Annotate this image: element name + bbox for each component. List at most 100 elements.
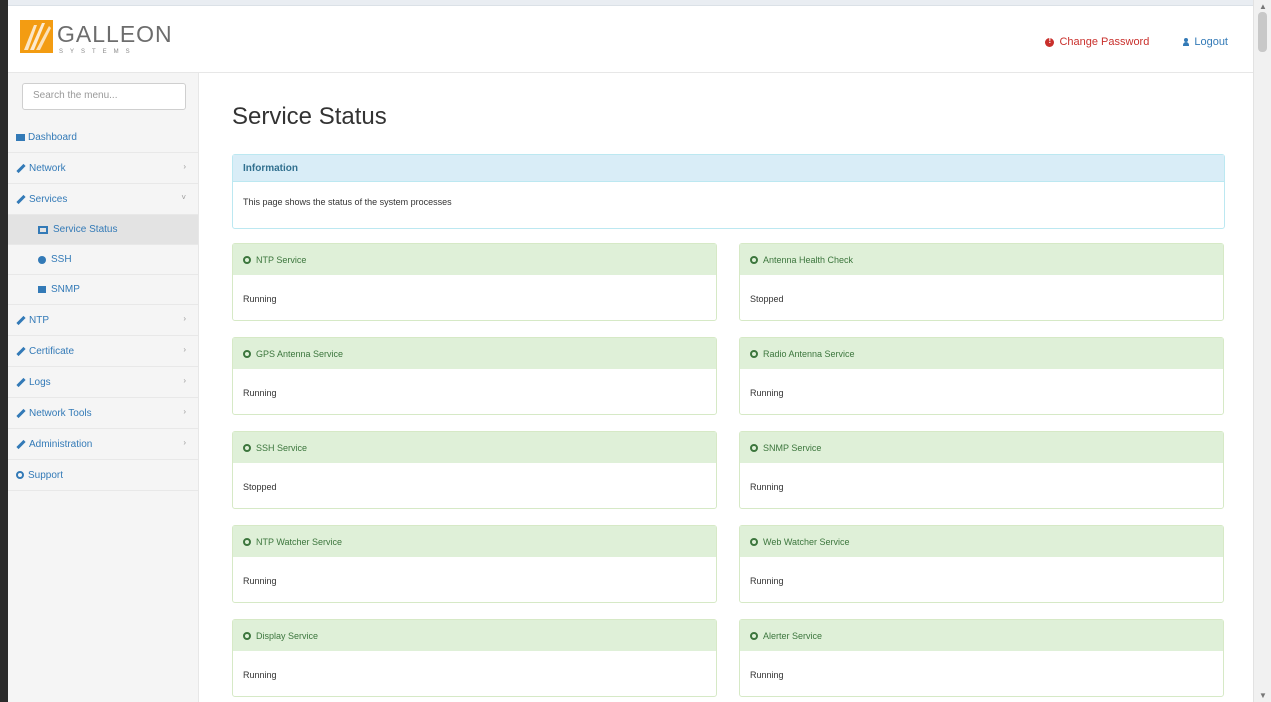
service-status-icon xyxy=(750,443,758,452)
service-panel-gps-antenna: GPS Antenna Service Running xyxy=(232,337,717,415)
service-status-icon xyxy=(243,255,251,264)
service-name: SSH Service xyxy=(256,442,308,453)
sidebar-item-ssh[interactable]: SSH xyxy=(8,245,198,275)
service-status: Stopped xyxy=(243,482,277,492)
service-heading: Display Service xyxy=(233,620,716,651)
sidebar-item-network[interactable]: Network › xyxy=(8,153,198,184)
page-title: Service Status xyxy=(232,103,387,130)
sidebar-item-label: Network Tools xyxy=(29,407,92,419)
service-name: Display Service xyxy=(256,630,319,641)
wrench-icon xyxy=(16,439,26,449)
scroll-up-icon[interactable]: ▲ xyxy=(1259,2,1267,11)
sidebar-item-label: SSH xyxy=(51,254,72,265)
service-status-icon xyxy=(243,349,251,358)
chevron-right-icon: › xyxy=(183,314,186,323)
service-panel-ntp: NTP Service Running xyxy=(232,243,717,321)
service-status-icon xyxy=(750,349,758,358)
service-name: Web Watcher Service xyxy=(763,536,850,547)
wrench-icon xyxy=(16,408,26,418)
sidebar-item-certificate[interactable]: Certificate › xyxy=(8,336,198,367)
information-heading: Information xyxy=(233,155,1224,182)
sidebar-item-label: Dashboard xyxy=(28,131,77,143)
service-panel-ssh: SSH Service Stopped xyxy=(232,431,717,509)
sidebar-item-label: Services xyxy=(29,193,68,205)
sidebar-item-label: Certificate xyxy=(29,345,75,357)
support-circle-icon xyxy=(16,471,24,479)
chevron-down-icon: ˅ xyxy=(181,193,186,202)
chevron-right-icon: › xyxy=(183,162,186,171)
service-panel-web-watcher: Web Watcher Service Running xyxy=(739,525,1224,603)
service-status: Running xyxy=(750,482,784,492)
sidebar-item-snmp[interactable]: SNMP xyxy=(8,275,198,305)
service-panel-radio-antenna: Radio Antenna Service Running xyxy=(739,337,1224,415)
service-name: Radio Antenna Service xyxy=(763,348,855,359)
scroll-down-icon[interactable]: ▼ xyxy=(1259,691,1267,700)
service-status: Running xyxy=(750,576,784,586)
service-status: Running xyxy=(243,388,277,398)
service-name: SNMP Service xyxy=(763,442,822,453)
sidebar-item-label: Logs xyxy=(29,376,51,388)
service-status: Running xyxy=(243,294,277,304)
chevron-right-icon: › xyxy=(183,345,186,354)
chevron-right-icon: › xyxy=(183,376,186,385)
application-window: ▲ ▼ GALLEON SYSTEMS Change Password xyxy=(0,0,1271,702)
service-name: NTP Service xyxy=(256,254,307,265)
sidebar-item-dashboard[interactable]: Dashboard xyxy=(8,122,198,153)
logout-link[interactable]: Logout xyxy=(1183,36,1228,48)
service-status: Running xyxy=(750,388,784,398)
sidebar-item-logs[interactable]: Logs › xyxy=(8,367,198,398)
change-password-link[interactable]: Change Password xyxy=(1045,36,1149,48)
alert-icon xyxy=(1045,36,1055,47)
service-status-icon xyxy=(243,631,251,640)
sidebar-item-support[interactable]: Support xyxy=(8,460,198,491)
sidebar-menu: Dashboard Network › Services ˅ Service S… xyxy=(8,122,198,491)
wrench-icon xyxy=(16,315,26,325)
wrench-icon xyxy=(16,377,26,387)
galleon-logo[interactable]: GALLEON SYSTEMS xyxy=(20,18,187,62)
service-status: Running xyxy=(750,670,784,680)
chevron-right-icon: › xyxy=(183,407,186,416)
logo-subtext: SYSTEMS xyxy=(59,49,137,55)
sidebar-item-label: Network xyxy=(29,162,66,174)
service-heading: SSH Service xyxy=(233,432,716,463)
sidebar-search-input[interactable]: Search the menu... xyxy=(22,83,186,110)
table-icon xyxy=(38,225,48,234)
service-panel-display: Display Service Running xyxy=(232,619,717,697)
main-content: Service Status Information This page sho… xyxy=(232,103,1225,697)
information-panel: Information This page shows the status o… xyxy=(232,154,1225,229)
service-grid: NTP Service Running Antenna Health Check… xyxy=(232,243,1225,697)
sidebar-item-administration[interactable]: Administration › xyxy=(8,429,198,460)
service-heading: NTP Watcher Service xyxy=(233,526,716,557)
sidebar-item-ntp[interactable]: NTP › xyxy=(8,305,198,336)
service-heading: Alerter Service xyxy=(740,620,1223,651)
galleon-logo-mark-icon xyxy=(20,20,53,53)
service-name: GPS Antenna Service xyxy=(256,348,344,359)
information-text: This page shows the status of the system… xyxy=(243,197,452,207)
service-panel-ntp-watcher: NTP Watcher Service Running xyxy=(232,525,717,603)
vertical-scrollbar[interactable]: ▲ ▼ xyxy=(1253,0,1271,702)
wrench-icon xyxy=(16,346,26,356)
service-heading: Radio Antenna Service xyxy=(740,338,1223,369)
search-placeholder: Search the menu... xyxy=(33,90,118,101)
service-name: Alerter Service xyxy=(763,630,823,641)
service-heading: Web Watcher Service xyxy=(740,526,1223,557)
service-status: Running xyxy=(243,670,277,680)
service-name: NTP Watcher Service xyxy=(256,536,343,547)
logo-text: GALLEON xyxy=(57,21,173,47)
scrollbar-thumb[interactable] xyxy=(1258,12,1267,52)
service-panel-antenna-health: Antenna Health Check Stopped xyxy=(739,243,1224,321)
service-panel-snmp: SNMP Service Running xyxy=(739,431,1224,509)
top-header: GALLEON SYSTEMS Change Password Logout xyxy=(8,6,1253,73)
service-status-icon xyxy=(243,443,251,452)
wrench-icon xyxy=(16,194,26,204)
sidebar-item-label: Administration xyxy=(29,438,93,450)
sidebar-item-network-tools[interactable]: Network Tools › xyxy=(8,398,198,429)
wrench-icon xyxy=(16,163,26,173)
globe-icon xyxy=(38,255,46,264)
service-status: Running xyxy=(243,576,277,586)
change-password-label: Change Password xyxy=(1059,36,1150,48)
sidebar-item-services[interactable]: Services ˅ xyxy=(8,184,198,215)
service-status: Stopped xyxy=(750,294,784,304)
service-heading: Antenna Health Check xyxy=(740,244,1223,275)
sidebar-item-service-status[interactable]: Service Status xyxy=(8,215,198,245)
